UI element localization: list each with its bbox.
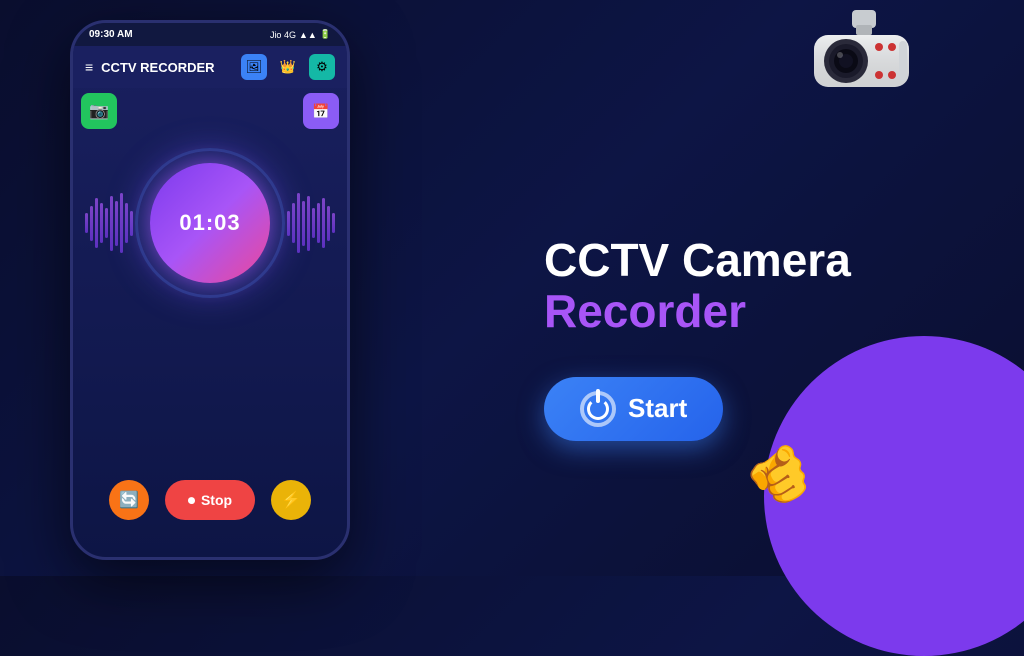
power-icon bbox=[580, 391, 616, 427]
stop-label: Stop bbox=[201, 492, 232, 508]
status-time: 09:30 AM bbox=[89, 29, 133, 40]
carrier-label: Jio 4G bbox=[270, 30, 296, 40]
settings-icon-btn[interactable]: ⚙ bbox=[309, 54, 335, 80]
timer-outer-circle: 01:03 bbox=[135, 148, 285, 298]
rotate-button[interactable]: 🔄 bbox=[109, 480, 149, 520]
phone-mockup: 09:30 AM Jio 4G ▲▲ 🔋 ≡ CCTV RECORDER 🖼 👑… bbox=[70, 20, 350, 560]
phone-controls: 🔄 ⏺ Stop ⚡ bbox=[109, 480, 311, 520]
start-button-label: Start bbox=[628, 393, 687, 424]
status-right: Jio 4G ▲▲ 🔋 bbox=[270, 29, 331, 40]
cctv-camera-image bbox=[784, 5, 944, 140]
stop-record-icon: ⏺ bbox=[188, 492, 195, 509]
timer-wrapper: 01:03 bbox=[135, 148, 285, 298]
battery-icon: 🔋 bbox=[320, 29, 331, 40]
green-camera-button[interactable]: 📷 bbox=[81, 93, 117, 129]
stop-button[interactable]: ⏺ Stop bbox=[165, 480, 255, 520]
start-button[interactable]: Start bbox=[544, 377, 723, 441]
hero-title-line1: CCTV Camera bbox=[544, 235, 851, 286]
app-topbar: ≡ CCTV RECORDER 🖼 👑 ⚙ bbox=[73, 46, 347, 88]
power-ring bbox=[587, 398, 609, 420]
purple-schedule-button[interactable]: 📅 bbox=[303, 93, 339, 129]
flash-button[interactable]: ⚡ bbox=[271, 480, 311, 520]
app-title: CCTV RECORDER bbox=[101, 60, 233, 75]
menu-icon[interactable]: ≡ bbox=[85, 59, 93, 75]
phone-content: 📷 📅 bbox=[73, 88, 347, 550]
crown-icon-btn[interactable]: 👑 bbox=[275, 54, 301, 80]
hero-title-line2: Recorder bbox=[544, 286, 851, 337]
topbar-icons: 🖼 👑 ⚙ bbox=[241, 54, 335, 80]
status-bar: 09:30 AM Jio 4G ▲▲ 🔋 bbox=[73, 23, 347, 46]
timer-inner-circle: 01:03 bbox=[150, 163, 270, 283]
signal-icon: ▲▲ bbox=[299, 30, 317, 40]
gallery-icon-btn[interactable]: 🖼 bbox=[241, 54, 267, 80]
timer-display: 01:03 bbox=[179, 210, 240, 236]
